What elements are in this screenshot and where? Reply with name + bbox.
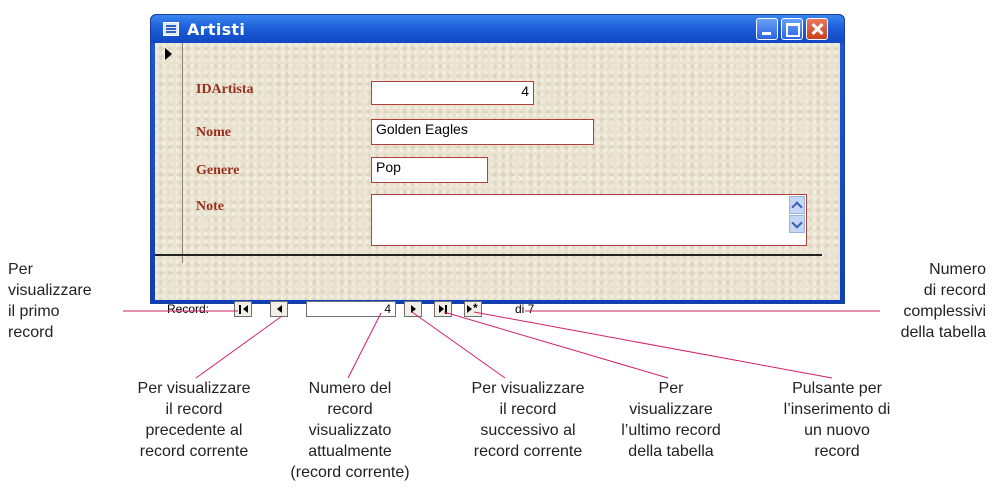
last-record-button[interactable]	[434, 301, 452, 317]
annotation-new-record: Pulsante per l’inserimento di un nuovo r…	[783, 380, 891, 460]
idartista-field[interactable]: 4	[371, 81, 534, 105]
label-note: Note	[196, 199, 224, 214]
new-record-button[interactable]: *	[464, 301, 482, 317]
form-icon	[163, 22, 179, 36]
annotation-last-record: Per visualizzare l’ultimo record della t…	[621, 380, 721, 460]
note-field[interactable]	[371, 194, 807, 246]
minimize-button[interactable]	[756, 18, 778, 40]
first-record-icon	[235, 302, 251, 316]
scroll-down-icon[interactable]	[789, 215, 805, 233]
total-records-text: di 7	[515, 302, 535, 316]
scroll-up-icon[interactable]	[789, 196, 805, 214]
current-record-arrow-icon	[165, 48, 172, 60]
callout-line-previous	[195, 315, 283, 379]
current-record-input[interactable]: 4	[306, 301, 396, 317]
form-window: Artisti IDArtista 4 Nome Golden Eagles G…	[150, 14, 845, 304]
annotation-previous-record: Per visualizzare il record precedente al…	[137, 380, 251, 460]
annotation-next-record: Per visualizzare il record successivo al…	[471, 380, 585, 460]
next-record-button[interactable]	[404, 301, 422, 317]
label-idartista: IDArtista	[196, 82, 254, 97]
new-record-icon: *	[465, 301, 481, 316]
callout-line-new	[473, 311, 833, 379]
title-bar[interactable]: Artisti	[151, 15, 844, 43]
close-button[interactable]	[806, 18, 828, 40]
previous-record-button[interactable]	[270, 301, 288, 317]
record-label: Record:	[167, 302, 210, 316]
annotation-current-record: Numero del record visualizzato attualmen…	[290, 380, 410, 481]
annotation-total-records: Numero di record complessivi della tabel…	[900, 261, 986, 341]
label-nome: Nome	[196, 125, 231, 140]
last-record-icon	[435, 302, 451, 316]
nome-field[interactable]: Golden Eagles	[371, 119, 594, 145]
window-title: Artisti	[187, 20, 246, 39]
callout-line-current	[347, 312, 382, 379]
next-record-icon	[405, 302, 421, 316]
note-scrollbar[interactable]	[789, 196, 805, 234]
previous-record-icon	[271, 302, 287, 316]
first-record-button[interactable]	[234, 301, 252, 317]
form-body: IDArtista 4 Nome Golden Eagles Genere Po…	[155, 43, 840, 300]
detail-divider	[155, 254, 822, 256]
annotation-first-record: Per visualizzare il primo record	[8, 261, 92, 341]
maximize-button[interactable]	[781, 18, 803, 40]
genere-field[interactable]: Pop	[371, 157, 488, 183]
label-genere: Genere	[196, 163, 240, 178]
callout-line-last	[443, 311, 669, 379]
record-selector[interactable]	[155, 43, 183, 263]
callout-line-next	[411, 311, 506, 379]
